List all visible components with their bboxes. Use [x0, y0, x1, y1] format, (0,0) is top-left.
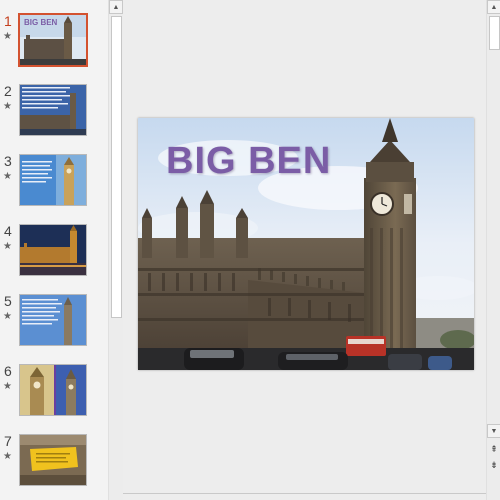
thumbnail-image [19, 364, 87, 416]
slide-thumbnail-4[interactable]: 4 ★ [0, 223, 108, 283]
slide-thumbnail-5[interactable]: 5 ★ [0, 293, 108, 353]
slide-number: 2 [4, 83, 12, 99]
slide-thumbnail-2[interactable]: 2 ★ [0, 83, 108, 143]
thumbnail-image [19, 154, 87, 206]
scrollbar-thumb[interactable] [489, 16, 500, 50]
chevron-up-icon: ▲ [490, 3, 498, 11]
slide-thumbnail-pane: 1 ★ BIG BEN 2 ★ 3 ★ 4 ★ 5 ★ 6 ★ 7 ★ [0, 0, 108, 500]
animation-star-icon: ★ [3, 451, 12, 462]
thumbnail-title: BIG BEN [24, 18, 58, 27]
slide-number: 1 [4, 13, 12, 29]
thumbnail-image [19, 224, 87, 276]
scroll-down-button[interactable]: ▼ [487, 424, 500, 438]
slide-canvas[interactable]: BIG BEN [138, 118, 474, 370]
double-chevron-down-icon: ⇟ [490, 459, 498, 470]
slide-number: 6 [4, 363, 12, 379]
thumbnail-image [19, 294, 87, 346]
previous-slide-button[interactable]: ⇞ [488, 442, 500, 456]
animation-star-icon: ★ [3, 311, 12, 322]
double-chevron-up-icon: ⇞ [490, 443, 498, 454]
slide-scrollbar[interactable]: ▲ ▼ ⇞ ⇟ [486, 0, 500, 500]
slide-number: 5 [4, 293, 12, 309]
animation-star-icon: ★ [3, 241, 12, 252]
next-slide-button[interactable]: ⇟ [488, 458, 500, 472]
slide-thumbnail-3[interactable]: 3 ★ [0, 153, 108, 213]
scroll-up-button[interactable]: ▲ [109, 0, 123, 14]
slide-thumbnail-7[interactable]: 7 ★ [0, 433, 108, 493]
slide-thumbnail-1[interactable]: 1 ★ BIG BEN [0, 13, 108, 73]
thumbnail-image [19, 84, 87, 136]
thumbnail-image: BIG BEN [18, 13, 88, 67]
animation-star-icon: ★ [3, 101, 12, 112]
animation-star-icon: ★ [3, 381, 12, 392]
slide-number: 4 [4, 223, 12, 239]
animation-star-icon: ★ [3, 31, 12, 42]
slide-title[interactable]: BIG BEN [166, 140, 331, 183]
thumbnail-scrollbar[interactable]: ▲ [108, 0, 123, 500]
thumbnail-image [19, 434, 87, 486]
slide-number: 3 [4, 153, 12, 169]
slide-editor-area: BIG BEN [123, 0, 486, 500]
animation-star-icon: ★ [3, 171, 12, 182]
slide-number: 7 [4, 433, 12, 449]
divider [123, 493, 486, 494]
scroll-up-button[interactable]: ▲ [487, 0, 500, 14]
chevron-up-icon: ▲ [112, 3, 120, 11]
slide-thumbnail-6[interactable]: 6 ★ [0, 363, 108, 423]
scrollbar-thumb[interactable] [111, 16, 122, 318]
chevron-down-icon: ▼ [490, 427, 498, 435]
